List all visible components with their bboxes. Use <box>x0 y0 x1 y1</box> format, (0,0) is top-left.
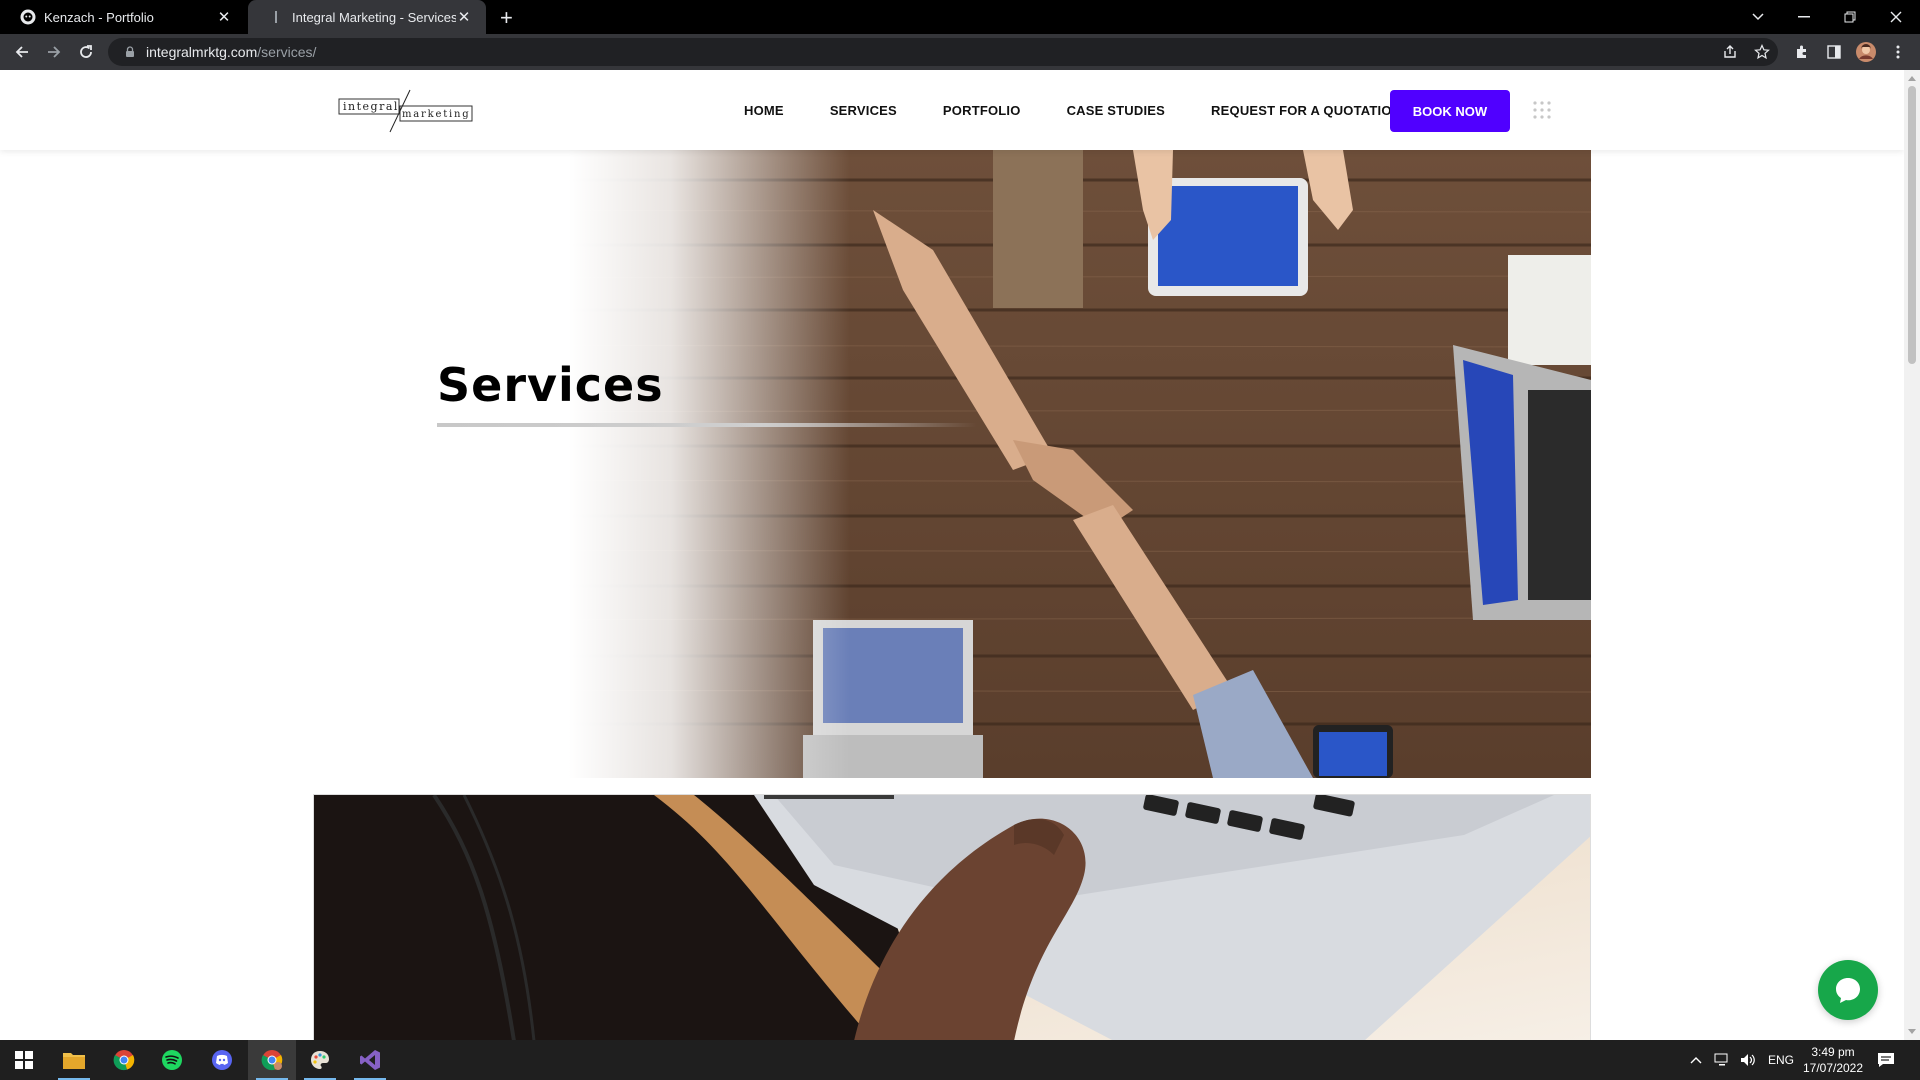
url-host: integralmrktg.com <box>146 44 258 60</box>
taskbar-chrome-profile[interactable] <box>248 1040 296 1080</box>
start-button[interactable] <box>0 1040 48 1080</box>
hero-banner <box>313 150 1591 778</box>
back-button[interactable] <box>10 40 34 64</box>
apps-grid-icon[interactable] <box>1532 100 1552 120</box>
action-center-icon <box>1878 1053 1894 1067</box>
hero-fade-overlay <box>313 150 1591 778</box>
main-nav: HOME SERVICES PORTFOLIO CASE STUDIES REQ… <box>744 70 1401 150</box>
address-bar[interactable]: integralmrktg.com/services/ <box>108 38 1778 66</box>
notifications-button[interactable] <box>1862 1040 1910 1080</box>
site-header: integral marketing HOME SERVICES PORTFOL… <box>0 70 1904 150</box>
arrow-left-icon <box>15 46 28 58</box>
tab-kenzach-portfolio[interactable]: Kenzach - Portfolio ✕ <box>0 0 246 34</box>
github-icon <box>20 9 36 25</box>
chrome-menu-icon[interactable] <box>1888 42 1908 62</box>
browser-tab-bar: Kenzach - Portfolio ✕ Integral Marketing… <box>0 0 1920 34</box>
nav-request-quotation[interactable]: REQUEST FOR A QUOTATION <box>1211 103 1401 118</box>
system-tray: ENG <box>1690 1040 1794 1080</box>
paint-palette-icon <box>311 1051 329 1069</box>
lock-icon <box>126 46 134 57</box>
browser-toolbar: integralmrktg.com/services/ <box>0 34 1920 70</box>
title-underline <box>437 423 977 427</box>
extensions-icon[interactable] <box>1792 42 1812 62</box>
volume-icon[interactable] <box>1740 1053 1756 1067</box>
chat-button[interactable] <box>1818 960 1878 1020</box>
clock[interactable]: 3:49 pm 17/07/2022 <box>1798 1044 1868 1076</box>
taskbar-discord[interactable] <box>198 1040 246 1080</box>
taskbar-file-explorer[interactable] <box>50 1040 98 1080</box>
scroll-down-arrow-icon[interactable] <box>1904 1024 1920 1040</box>
forward-button[interactable] <box>42 40 66 64</box>
scroll-up-arrow-icon[interactable] <box>1904 70 1920 86</box>
reload-icon <box>80 45 92 58</box>
laptop-hand-photo <box>314 795 1590 1040</box>
services-feature-image <box>313 794 1591 1040</box>
integral-marketing-logo[interactable]: integral marketing <box>338 88 474 134</box>
share-icon[interactable] <box>1720 42 1740 62</box>
discord-icon <box>212 1050 232 1070</box>
arrow-right-icon <box>48 46 61 58</box>
windows-icon <box>15 1051 33 1069</box>
tab-title: Kenzach - Portfolio <box>44 9 154 25</box>
logo-text-bottom: marketing <box>402 109 470 120</box>
language-indicator[interactable]: ENG <box>1768 1053 1794 1067</box>
bookmark-star-icon[interactable] <box>1752 42 1772 62</box>
url-path: /services/ <box>257 44 317 60</box>
nav-case-studies[interactable]: CASE STUDIES <box>1067 103 1165 118</box>
site-favicon-icon <box>275 11 277 23</box>
chevron-up-icon[interactable] <box>1690 1056 1702 1064</box>
clock-date: 17/07/2022 <box>1802 1061 1864 1075</box>
logo-text-top: integral <box>343 100 399 113</box>
close-window-button[interactable] <box>1876 0 1916 34</box>
side-panel-icon[interactable] <box>1824 42 1844 62</box>
scrollbar-thumb[interactable] <box>1908 86 1916 364</box>
page-title: Services <box>437 358 664 412</box>
spotify-icon <box>162 1050 182 1070</box>
reload-button[interactable] <box>74 40 98 64</box>
minimize-button[interactable] <box>1784 0 1824 34</box>
taskbar-visual-studio[interactable] <box>346 1040 394 1080</box>
restore-button[interactable] <box>1830 0 1870 34</box>
new-tab-button[interactable]: + <box>500 5 513 31</box>
profile-avatar[interactable] <box>1856 42 1876 62</box>
tab-title: Integral Marketing - Services - W <box>292 9 456 25</box>
close-tab-icon[interactable]: ✕ <box>216 8 232 26</box>
tab-integral-services[interactable]: Integral Marketing - Services - W ✕ <box>248 0 486 34</box>
network-icon[interactable] <box>1714 1053 1730 1067</box>
close-tab-icon[interactable]: ✕ <box>456 8 472 26</box>
chrome-icon <box>113 1050 135 1071</box>
clock-time: 3:49 pm <box>1811 1045 1855 1059</box>
visual-studio-icon <box>360 1050 380 1070</box>
taskbar-spotify[interactable] <box>148 1040 196 1080</box>
nav-home[interactable]: HOME <box>744 103 784 118</box>
book-now-button[interactable]: BOOK NOW <box>1390 90 1510 132</box>
windows-taskbar: ENG 3:49 pm 17/07/2022 <box>0 1040 1920 1080</box>
page-scrollbar[interactable] <box>1904 70 1920 1040</box>
chat-icon <box>1836 978 1860 1003</box>
taskbar-paint[interactable] <box>296 1040 344 1080</box>
taskbar-chrome[interactable] <box>100 1040 148 1080</box>
chrome-profile-icon <box>261 1050 283 1071</box>
tab-search-icon[interactable] <box>1738 0 1778 34</box>
nav-services[interactable]: SERVICES <box>830 103 897 118</box>
nav-portfolio[interactable]: PORTFOLIO <box>943 103 1021 118</box>
page-viewport: integral marketing HOME SERVICES PORTFOL… <box>0 70 1904 1040</box>
folder-icon <box>63 1053 85 1069</box>
